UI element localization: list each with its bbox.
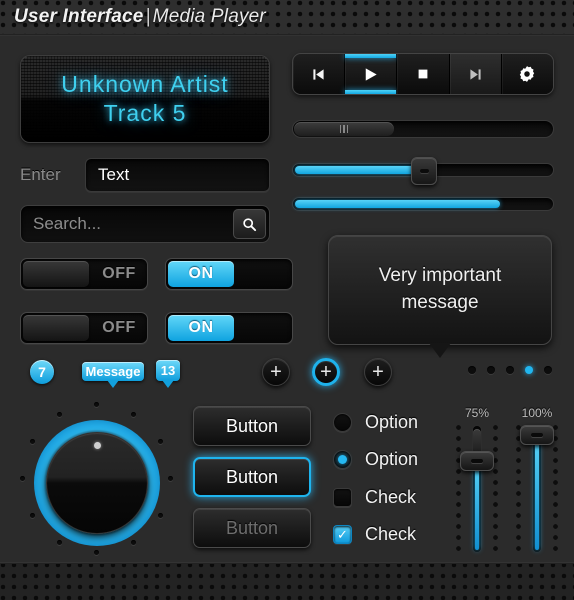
message-badge: Message <box>82 362 144 388</box>
toggle-label: OFF <box>102 319 136 336</box>
level-bar-fill <box>295 200 500 208</box>
pagination-dot[interactable] <box>468 366 476 374</box>
vertical-slider-label: 75% <box>464 406 490 420</box>
radio-row-1[interactable]: Option <box>333 412 418 433</box>
vertical-slider-fill <box>475 458 479 550</box>
tooltip-callout: Very important message <box>328 235 552 358</box>
search-input[interactable]: Search... <box>21 214 233 234</box>
checkbox-checked[interactable]: ✓ <box>333 525 352 544</box>
pagination-dot[interactable] <box>506 366 514 374</box>
radio-label: Option <box>365 449 419 469</box>
previous-track-button[interactable] <box>293 54 346 94</box>
vertical-slider-100[interactable]: 100% <box>512 406 562 553</box>
volume-knob[interactable] <box>12 398 182 568</box>
vertical-slider-body[interactable] <box>452 425 502 553</box>
radio-label: Option <box>365 412 419 432</box>
stop-button[interactable] <box>397 54 450 94</box>
grip-icon <box>339 125 349 133</box>
toggle-label: ON <box>188 265 214 282</box>
toggle-knob <box>23 261 89 287</box>
toggle-knob: ON <box>168 261 234 287</box>
toggle-on-2[interactable]: ON <box>165 312 293 344</box>
vertical-slider-thumb[interactable] <box>520 425 554 445</box>
lcd-track-line: Track 5 <box>103 100 187 126</box>
footer-bar <box>0 562 574 600</box>
toggle-label: ON <box>188 319 214 336</box>
skip-forward-icon <box>470 68 481 80</box>
gear-icon <box>520 66 535 82</box>
knob-indicator-dot <box>93 442 101 449</box>
toggle-knob <box>23 315 89 341</box>
button-disabled: Button <box>193 508 311 548</box>
radio-checked[interactable] <box>333 450 352 469</box>
tick-dots-right <box>553 425 558 553</box>
checkbox-row-2[interactable]: ✓ Check <box>333 524 416 545</box>
text-input[interactable]: Text <box>85 158 270 192</box>
tooltip-line-1: Very important <box>378 265 502 287</box>
tooltip-text: Very important message <box>379 263 502 316</box>
search-bar[interactable]: Search... <box>20 205 270 243</box>
vertical-slider-75[interactable]: 75% <box>452 406 502 553</box>
volume-slider-fill <box>295 166 421 174</box>
lcd-artist-line: Unknown Artist <box>61 71 229 98</box>
vertical-slider-label: 100% <box>521 406 553 420</box>
tick-dots-left <box>456 425 461 553</box>
toggle-label: OFF <box>102 265 136 282</box>
toggle-on-1[interactable]: ON <box>165 258 293 290</box>
add-button-1[interactable]: + <box>262 358 290 386</box>
count-bubble-badge: 13 <box>156 360 180 388</box>
tick-dots-right <box>493 425 498 553</box>
button-default[interactable]: Button <box>193 406 311 446</box>
level-bar[interactable] <box>292 197 554 211</box>
progress-bar-segment <box>294 122 394 136</box>
stop-icon <box>418 69 428 79</box>
page-title-light: Media Player <box>152 6 266 27</box>
button-focused[interactable]: Button <box>193 457 311 497</box>
settings-button[interactable] <box>501 54 553 94</box>
progress-bar[interactable] <box>292 120 554 138</box>
volume-slider-thumb[interactable] <box>411 157 437 185</box>
toggle-off-1[interactable]: OFF <box>20 258 148 290</box>
enter-label: Enter <box>20 165 61 184</box>
search-button[interactable] <box>233 209 266 239</box>
media-player-ui: User Interface | Media Player Unknown Arti… <box>0 0 574 600</box>
volume-slider[interactable] <box>292 157 554 185</box>
vertical-slider-thumb[interactable] <box>460 451 494 471</box>
vertical-slider-fill <box>535 432 539 550</box>
tooltip-line-2: message <box>401 292 479 313</box>
lcd-display: Unknown Artist Track 5 <box>20 55 270 143</box>
transport-controls <box>292 53 554 95</box>
play-button[interactable] <box>345 54 398 94</box>
checkbox-label: Check <box>365 524 417 544</box>
add-button-2[interactable]: + <box>312 358 340 386</box>
page-title-bold: User Interface <box>14 6 144 27</box>
toggle-knob: ON <box>168 315 234 341</box>
pagination-dot[interactable] <box>544 366 552 374</box>
knob-body[interactable] <box>46 432 148 534</box>
add-button-3[interactable]: + <box>364 358 392 386</box>
checkbox-label: Check <box>365 487 417 507</box>
pagination-dots[interactable] <box>468 366 552 374</box>
pagination-dot-active[interactable] <box>525 366 533 374</box>
search-icon <box>243 217 257 231</box>
skip-back-icon <box>313 68 324 80</box>
radio-unchecked[interactable] <box>333 413 352 432</box>
page-title-separator: | <box>145 6 151 27</box>
checkbox-row-1[interactable]: Check <box>333 487 416 508</box>
page-title: User Interface | Media Player <box>14 6 266 28</box>
toggle-off-2[interactable]: OFF <box>20 312 148 344</box>
next-track-button[interactable] <box>449 54 502 94</box>
checkbox-unchecked[interactable] <box>333 488 352 507</box>
vertical-slider-body[interactable] <box>512 425 562 553</box>
enter-field-row: Enter Text <box>20 158 270 192</box>
count-badge: 7 <box>30 360 54 384</box>
play-icon <box>366 67 377 81</box>
pagination-dot[interactable] <box>487 366 495 374</box>
tick-dots-left <box>516 425 521 553</box>
radio-row-2[interactable]: Option <box>333 449 418 470</box>
